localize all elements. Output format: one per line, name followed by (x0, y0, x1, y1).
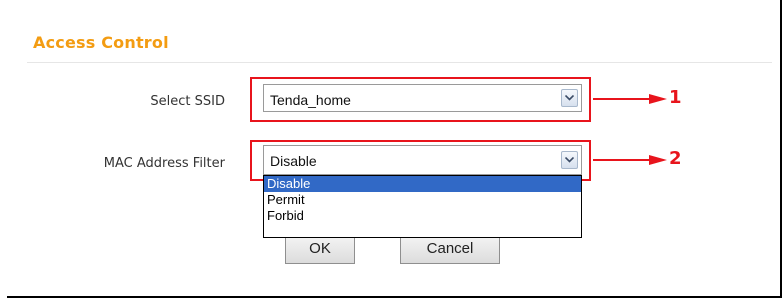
ssid-select[interactable]: Tenda_home (263, 84, 582, 112)
cancel-button[interactable]: Cancel (400, 236, 500, 264)
arrow-left-icon (593, 155, 667, 165)
arrow-left-icon (593, 94, 667, 104)
select-ssid-label: Select SSID (150, 94, 225, 109)
section-title: Access Control (33, 33, 169, 52)
ssid-select-value: Tenda_home (270, 92, 351, 108)
mac-filter-label: MAC Address Filter (103, 156, 225, 171)
chevron-down-icon[interactable] (561, 89, 578, 107)
dropdown-option-permit[interactable]: Permit (264, 192, 581, 208)
mac-filter-select-value: Disable (270, 153, 317, 169)
mac-filter-select[interactable]: Disable (263, 145, 582, 175)
dropdown-option-forbid[interactable]: Forbid (264, 208, 581, 224)
callout-2: 2 (591, 147, 701, 177)
chevron-down-icon[interactable] (561, 151, 578, 169)
ok-button[interactable]: OK (285, 236, 355, 264)
mac-filter-dropdown-list: Disable Permit Forbid (263, 175, 582, 238)
callout-number-2: 2 (669, 148, 682, 169)
callout-number-1: 1 (669, 87, 682, 108)
dropdown-option-disable[interactable]: Disable (264, 176, 581, 192)
callout-1: 1 (591, 86, 701, 116)
title-divider (27, 62, 772, 63)
